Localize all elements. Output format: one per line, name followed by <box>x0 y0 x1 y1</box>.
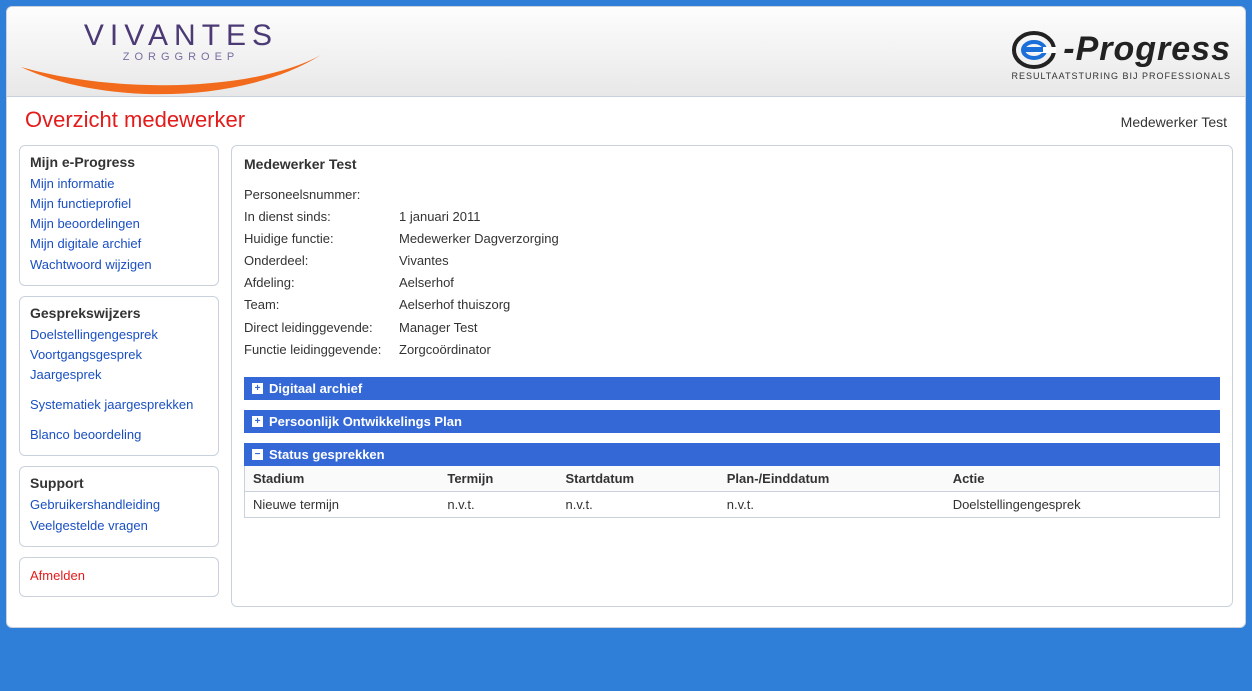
detail-label: Functie leidinggevende: <box>244 339 399 361</box>
sidebar: Mijn e-Progress Mijn informatie Mijn fun… <box>19 145 219 607</box>
cell-stadium: Nieuwe termijn <box>245 491 439 517</box>
title-row: Overzicht medewerker Medewerker Test <box>7 97 1245 139</box>
detail-value: Aelserhof thuiszorg <box>399 294 567 316</box>
header-bar: VIVANTES ZORGGROEP -Progress RESULTAATST… <box>7 7 1245 97</box>
eprogress-tagline: RESULTAATSTURING BIJ PROFESSIONALS <box>1011 71 1231 81</box>
panel-status-gesprekken: − Status gesprekken Stadium Termijn Star… <box>244 443 1220 518</box>
detail-label: Team: <box>244 294 399 316</box>
col-startdatum: Startdatum <box>557 466 718 492</box>
detail-value: Manager Test <box>399 317 567 339</box>
sidebar-section-support: Support Gebruikershandleiding Veelgestel… <box>19 466 219 546</box>
sidebar-item-mijn-beoordelingen[interactable]: Mijn beoordelingen <box>30 214 208 234</box>
cell-termijn: n.v.t. <box>439 491 557 517</box>
detail-row: Huidige functie:Medewerker Dagverzorging <box>244 228 567 250</box>
sidebar-item-doelstellingengesprek[interactable]: Doelstellingengesprek <box>30 325 208 345</box>
employee-details-table: Personeelsnummer: In dienst sinds:1 janu… <box>244 184 567 361</box>
status-table: Stadium Termijn Startdatum Plan-/Einddat… <box>245 466 1219 517</box>
detail-value: Aelserhof <box>399 272 567 294</box>
sidebar-heading: Mijn e-Progress <box>30 154 208 170</box>
sidebar-heading: Support <box>30 475 208 491</box>
content-area: Mijn e-Progress Mijn informatie Mijn fun… <box>7 139 1245 627</box>
detail-value <box>399 184 567 206</box>
panel-title: Digitaal archief <box>269 381 362 396</box>
panel-header-digitaal-archief[interactable]: + Digitaal archief <box>244 377 1220 400</box>
sidebar-item-veelgestelde-vragen[interactable]: Veelgestelde vragen <box>30 516 208 536</box>
eprogress-icon <box>1011 27 1057 73</box>
employee-name: Medewerker Test <box>244 156 1220 172</box>
page-title: Overzicht medewerker <box>25 107 245 133</box>
sidebar-item-mijn-digitale-archief[interactable]: Mijn digitale archief <box>30 234 208 254</box>
sidebar-heading: Gesprekswijzers <box>30 305 208 321</box>
swoosh-icon <box>21 55 321 95</box>
detail-row: Team:Aelserhof thuiszorg <box>244 294 567 316</box>
detail-value: Medewerker Dagverzorging <box>399 228 567 250</box>
panel-body-status: Stadium Termijn Startdatum Plan-/Einddat… <box>244 466 1220 518</box>
panel-pop: + Persoonlijk Ontwikkelings Plan <box>244 410 1220 433</box>
detail-label: Onderdeel: <box>244 250 399 272</box>
detail-row: In dienst sinds:1 januari 2011 <box>244 206 567 228</box>
detail-row: Afdeling:Aelserhof <box>244 272 567 294</box>
detail-value: 1 januari 2011 <box>399 206 567 228</box>
sidebar-item-blanco-beoordeling[interactable]: Blanco beoordeling <box>30 425 208 445</box>
detail-label: Personeelsnummer: <box>244 184 399 206</box>
expand-icon: + <box>252 383 263 394</box>
page-user-label: Medewerker Test <box>1121 114 1227 130</box>
detail-label: Afdeling: <box>244 272 399 294</box>
detail-value: Vivantes <box>399 250 567 272</box>
panel-header-status-gesprekken[interactable]: − Status gesprekken <box>244 443 1220 466</box>
detail-row: Onderdeel:Vivantes <box>244 250 567 272</box>
col-stadium: Stadium <box>245 466 439 492</box>
cell-einddatum: n.v.t. <box>719 491 945 517</box>
app-frame: VIVANTES ZORGGROEP -Progress RESULTAATST… <box>6 6 1246 628</box>
main-panel: Medewerker Test Personeelsnummer: In die… <box>231 145 1233 607</box>
sidebar-item-wachtwoord-wijzigen[interactable]: Wachtwoord wijzigen <box>30 255 208 275</box>
detail-row: Direct leidinggevende:Manager Test <box>244 317 567 339</box>
cell-startdatum: n.v.t. <box>557 491 718 517</box>
col-termijn: Termijn <box>439 466 557 492</box>
collapse-icon: − <box>252 449 263 460</box>
sidebar-item-jaargesprek[interactable]: Jaargesprek <box>30 365 208 385</box>
sidebar-section-logout: Afmelden <box>19 557 219 597</box>
panel-digitaal-archief: + Digitaal archief <box>244 377 1220 400</box>
detail-row: Functie leidinggevende:Zorgcoördinator <box>244 339 567 361</box>
sidebar-section-gesprekswijzers: Gesprekswijzers Doelstellingengesprek Vo… <box>19 296 219 457</box>
detail-label: Direct leidinggevende: <box>244 317 399 339</box>
sidebar-item-mijn-functieprofiel[interactable]: Mijn functieprofiel <box>30 194 208 214</box>
sidebar-item-voortgangsgesprek[interactable]: Voortgangsgesprek <box>30 345 208 365</box>
sidebar-item-afmelden[interactable]: Afmelden <box>30 566 208 586</box>
detail-row: Personeelsnummer: <box>244 184 567 206</box>
table-row: Nieuwe termijn n.v.t. n.v.t. n.v.t. Doel… <box>245 491 1219 517</box>
panel-header-pop[interactable]: + Persoonlijk Ontwikkelings Plan <box>244 410 1220 433</box>
eprogress-word: -Progress <box>1063 30 1231 69</box>
sidebar-item-gebruikershandleiding[interactable]: Gebruikershandleiding <box>30 495 208 515</box>
col-actie: Actie <box>945 466 1219 492</box>
detail-value: Zorgcoördinator <box>399 339 567 361</box>
detail-label: Huidige functie: <box>244 228 399 250</box>
panel-title: Persoonlijk Ontwikkelings Plan <box>269 414 462 429</box>
eprogress-logo: -Progress RESULTAATSTURING BIJ PROFESSIO… <box>1011 27 1231 81</box>
cell-actie: Doelstellingengesprek <box>945 491 1219 517</box>
col-einddatum: Plan-/Einddatum <box>719 466 945 492</box>
detail-label: In dienst sinds: <box>244 206 399 228</box>
sidebar-item-mijn-informatie[interactable]: Mijn informatie <box>30 174 208 194</box>
expand-icon: + <box>252 416 263 427</box>
sidebar-section-mijn-eprogress: Mijn e-Progress Mijn informatie Mijn fun… <box>19 145 219 286</box>
vivantes-logo: VIVANTES ZORGGROEP <box>21 19 341 89</box>
panel-title: Status gesprekken <box>269 447 385 462</box>
sidebar-item-systematiek-jaargesprekken[interactable]: Systematiek jaargesprekken <box>30 395 208 415</box>
vivantes-brand-text: VIVANTES <box>84 19 278 53</box>
